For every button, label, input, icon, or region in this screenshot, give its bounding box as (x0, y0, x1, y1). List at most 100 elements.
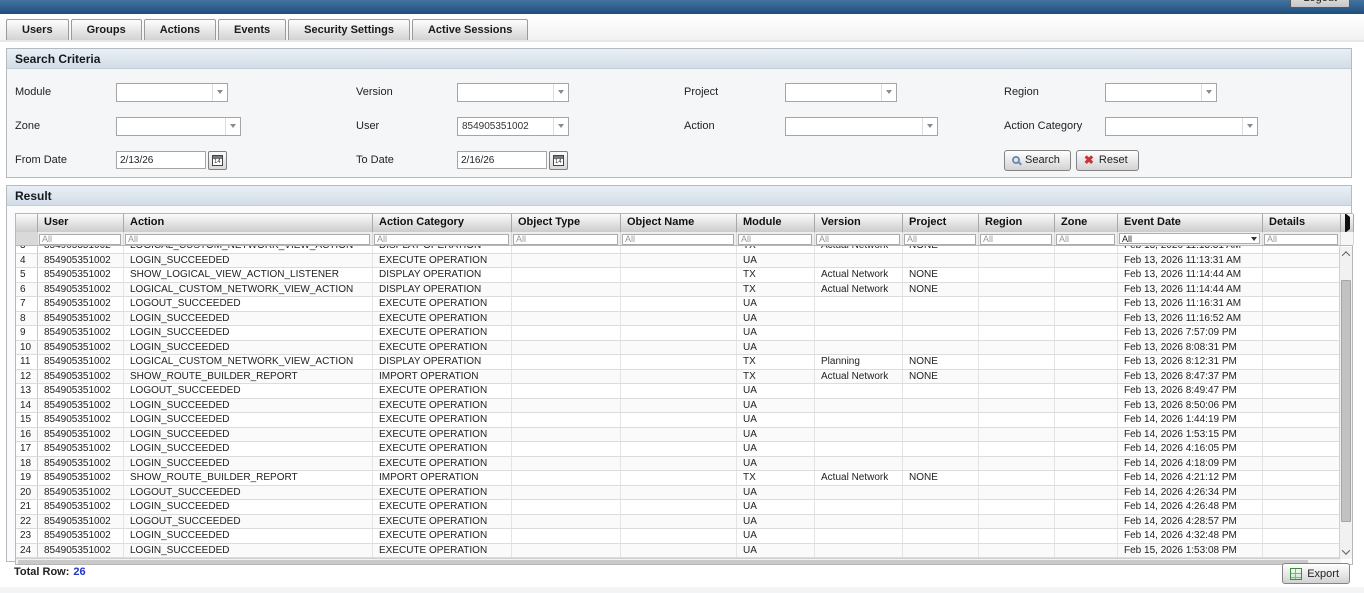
table-row[interactable]: 15854905351002LOGIN_SUCCEEDEDEXECUTE OPE… (16, 413, 1341, 428)
table-row[interactable]: 22854905351002LOGOUT_SUCCEEDEDEXECUTE OP… (16, 515, 1341, 530)
module-select[interactable] (116, 83, 228, 102)
filter-input-module[interactable] (738, 234, 812, 245)
to-date-calendar-button[interactable] (549, 151, 568, 170)
region-select[interactable] (1105, 83, 1217, 102)
tab-events[interactable]: Events (218, 19, 286, 40)
cell-object_name (621, 486, 737, 500)
cell-action_category: EXECUTE OPERATION (373, 326, 512, 340)
table-row[interactable]: 20854905351002LOGOUT_SUCCEEDEDEXECUTE OP… (16, 486, 1341, 501)
table-row[interactable]: 17854905351002LOGIN_SUCCEEDEDEXECUTE OPE… (16, 442, 1341, 457)
table-row[interactable]: 5854905351002SHOW_LOGICAL_VIEW_ACTION_LI… (16, 268, 1341, 283)
column-header-module[interactable]: Module (737, 214, 815, 232)
table-row[interactable]: 9854905351002LOGIN_SUCCEEDEDEXECUTE OPER… (16, 326, 1341, 341)
filter-input-object-type[interactable] (513, 234, 618, 245)
cell-module: UA (737, 254, 815, 268)
from-date-calendar-button[interactable] (208, 151, 227, 170)
table-row[interactable]: 6854905351002LOGICAL_CUSTOM_NETWORK_VIEW… (16, 283, 1341, 298)
table-row[interactable]: 10854905351002LOGIN_SUCCEEDEDEXECUTE OPE… (16, 341, 1341, 356)
column-header-version[interactable]: Version (815, 214, 903, 232)
column-header-user[interactable]: User (38, 214, 124, 232)
cell-zone (1055, 246, 1118, 253)
column-header-object-name[interactable]: Object Name (621, 214, 737, 232)
filter-input-version[interactable] (816, 234, 900, 245)
cell-version (815, 312, 903, 326)
scroll-up-button[interactable] (1340, 247, 1352, 261)
reset-button[interactable]: ✖ Reset (1076, 150, 1139, 171)
horizontal-scrollbar[interactable] (16, 558, 1341, 564)
field-project: Project (684, 75, 1004, 109)
to-date-input[interactable] (457, 151, 547, 169)
cell-zone (1055, 399, 1118, 413)
filter-input-user[interactable] (39, 234, 121, 245)
cell-action: LOGIN_SUCCEEDED (124, 399, 373, 413)
cell-event_date: Feb 13, 2026 11:14:44 AM (1118, 268, 1263, 282)
filter-input-project[interactable] (904, 234, 976, 245)
filter-input-action-category[interactable] (374, 234, 509, 245)
zone-select[interactable] (116, 117, 241, 136)
tab-actions[interactable]: Actions (144, 19, 216, 40)
tab-users[interactable]: Users (6, 19, 69, 40)
field-user: User854905351002 (356, 109, 684, 143)
column-header-region[interactable]: Region (979, 214, 1055, 232)
cell-object_name (621, 500, 737, 514)
column-header-event-date[interactable]: Event Date (1118, 214, 1263, 232)
table-row[interactable]: 3854905351002LOGICAL_CUSTOM_NETWORK_VIEW… (16, 246, 1341, 254)
table-row[interactable]: 16854905351002LOGIN_SUCCEEDEDEXECUTE OPE… (16, 428, 1341, 443)
cell-region (979, 254, 1055, 268)
column-scroll-right-button[interactable] (1341, 214, 1354, 232)
tab-groups[interactable]: Groups (71, 19, 142, 40)
column-header-zone[interactable]: Zone (1055, 214, 1118, 232)
cell-action: LOGICAL_CUSTOM_NETWORK_VIEW_ACTION (124, 246, 373, 253)
cell-object_type (512, 341, 621, 355)
vertical-scrollbar-thumb[interactable] (1341, 280, 1351, 522)
version-select[interactable] (457, 83, 569, 102)
table-row[interactable]: 8854905351002LOGIN_SUCCEEDEDEXECUTE OPER… (16, 312, 1341, 327)
column-header-details[interactable]: Details (1263, 214, 1341, 232)
table-row[interactable]: 24854905351002LOGIN_SUCCEEDEDEXECUTE OPE… (16, 544, 1341, 559)
table-row[interactable]: 4854905351002LOGIN_SUCCEEDEDEXECUTE OPER… (16, 254, 1341, 269)
filter-cell-details (1263, 232, 1341, 245)
scroll-down-button[interactable] (1340, 545, 1352, 559)
search-button[interactable]: Search (1004, 150, 1071, 171)
export-button[interactable]: Export (1282, 563, 1350, 584)
tab-security-settings[interactable]: Security Settings (288, 19, 410, 40)
action-select[interactable] (785, 117, 938, 136)
table-row[interactable]: 18854905351002LOGIN_SUCCEEDEDEXECUTE OPE… (16, 457, 1341, 472)
cell-region (979, 268, 1055, 282)
tab-active-sessions[interactable]: Active Sessions (412, 19, 528, 40)
cell-region (979, 370, 1055, 384)
column-header-project[interactable]: Project (903, 214, 979, 232)
column-header-action-category[interactable]: Action Category (373, 214, 512, 232)
table-row[interactable]: 12854905351002SHOW_ROUTE_BUILDER_REPORTI… (16, 370, 1341, 385)
table-row[interactable]: 14854905351002LOGIN_SUCCEEDEDEXECUTE OPE… (16, 399, 1341, 414)
cell-module: UA (737, 544, 815, 558)
filter-input-details[interactable] (1264, 234, 1338, 245)
column-header-object-type[interactable]: Object Type (512, 214, 621, 232)
field-module: Module (15, 75, 356, 109)
filter-input-zone[interactable] (1056, 234, 1115, 245)
from-date-input[interactable] (116, 151, 206, 169)
project-select[interactable] (785, 83, 897, 102)
table-row[interactable]: 19854905351002SHOW_ROUTE_BUILDER_REPORTI… (16, 471, 1341, 486)
filter-cell-project (903, 232, 979, 245)
filter-input-object-name[interactable] (622, 234, 734, 245)
table-row[interactable]: 11854905351002LOGICAL_CUSTOM_NETWORK_VIE… (16, 355, 1341, 370)
cell-rownum: 24 (16, 544, 38, 558)
filter-event-date-dropdown[interactable]: All (1119, 233, 1260, 244)
filter-input-region[interactable] (980, 234, 1052, 245)
table-row[interactable]: 13854905351002LOGOUT_SUCCEEDEDEXECUTE OP… (16, 384, 1341, 399)
cell-module: TX (737, 355, 815, 369)
logout-button[interactable]: Logout (1290, 0, 1350, 8)
action-category-select[interactable] (1105, 117, 1258, 136)
table-row[interactable]: 7854905351002LOGOUT_SUCCEEDEDEXECUTE OPE… (16, 297, 1341, 312)
to-date-group (457, 151, 568, 170)
user-select[interactable]: 854905351002 (457, 117, 569, 136)
table-row[interactable]: 23854905351002LOGIN_SUCCEEDEDEXECUTE OPE… (16, 529, 1341, 544)
horizontal-scrollbar-thumb[interactable] (18, 560, 1308, 564)
filter-input-action[interactable] (125, 234, 370, 245)
column-header-action[interactable]: Action (124, 214, 373, 232)
cell-version (815, 457, 903, 471)
cell-details (1263, 442, 1341, 456)
vertical-scrollbar[interactable] (1339, 247, 1352, 559)
table-row[interactable]: 21854905351002LOGIN_SUCCEEDEDEXECUTE OPE… (16, 500, 1341, 515)
